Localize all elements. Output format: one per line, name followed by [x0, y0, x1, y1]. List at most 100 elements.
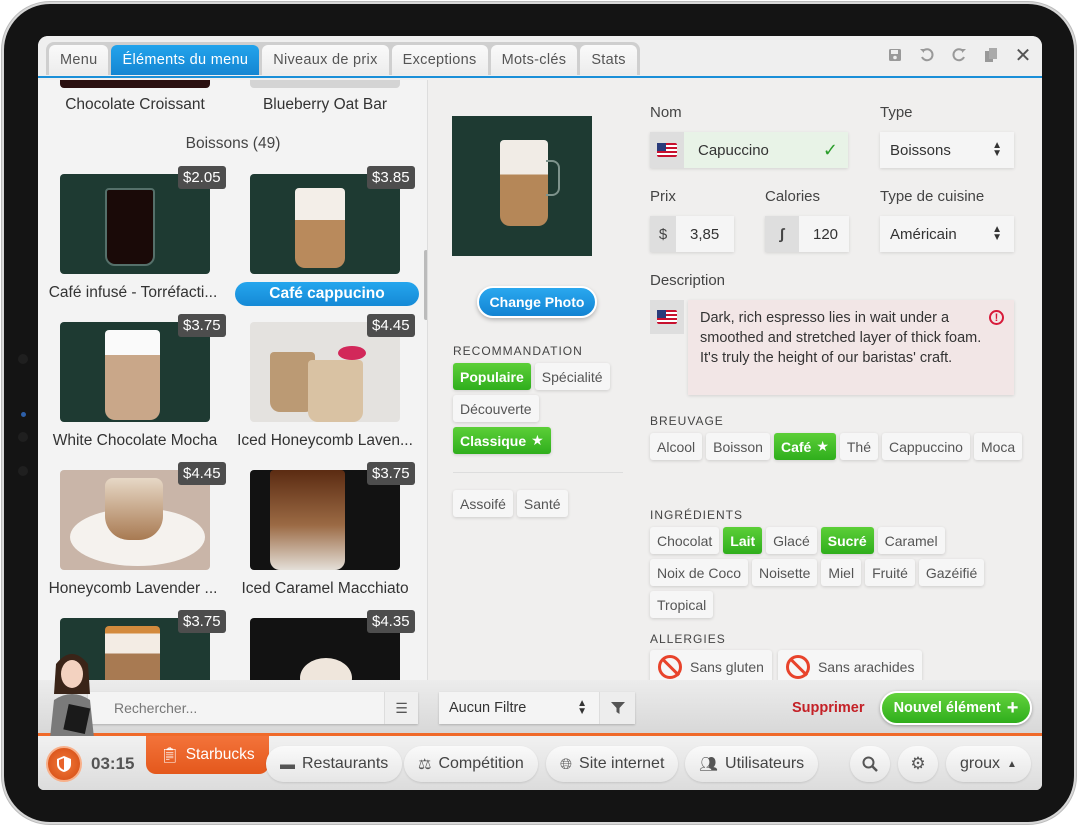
- filter-icon[interactable]: [599, 692, 635, 724]
- chip-fruite[interactable]: Fruité: [865, 559, 915, 586]
- chip-sans-arachides[interactable]: Sans arachides: [777, 650, 923, 684]
- chip-the[interactable]: Thé: [839, 433, 878, 460]
- search-field[interactable]: Rechercher... ☰: [88, 692, 418, 724]
- chip-noix-de-coco[interactable]: Noix de Coco: [650, 559, 749, 586]
- cuisine-select[interactable]: Américain ▲ ▼: [880, 216, 1014, 252]
- search-icon[interactable]: [850, 746, 890, 782]
- chip-classique[interactable]: Classique ★: [453, 427, 551, 454]
- filter-select[interactable]: Aucun Filtre ▲ ▼: [439, 692, 635, 724]
- nav-restaurants[interactable]: ▬ Restaurants: [266, 746, 403, 782]
- us-flag-icon: [657, 310, 677, 324]
- language-selector[interactable]: [650, 132, 684, 168]
- item-thumbnail[interactable]: [60, 470, 210, 570]
- list-item[interactable]: Blueberry Oat Bar: [233, 96, 417, 114]
- chip-caramel[interactable]: Caramel: [877, 527, 945, 554]
- tab-exceptions[interactable]: Exceptions: [391, 45, 488, 75]
- price-badge: $4.45: [178, 462, 226, 485]
- price-badge: $3.85: [367, 166, 415, 189]
- ingredients-label: INGRÉDIENTS: [650, 508, 744, 522]
- allergies-chips: Sans gluten Sans arachides: [650, 650, 923, 684]
- list-item[interactable]: Honeycomb Lavender ...: [41, 580, 225, 598]
- chip-assoife[interactable]: Assoifé: [453, 490, 513, 517]
- chip-cappuccino[interactable]: Cappuccino: [882, 433, 970, 460]
- chip-sante[interactable]: Santé: [516, 490, 568, 517]
- type-select[interactable]: Boissons ▲ ▼: [880, 132, 1014, 168]
- list-item[interactable]: Café infusé - Torréfacti...: [41, 284, 225, 302]
- item-thumbnail: [60, 80, 210, 88]
- gear-icon[interactable]: ⚙: [898, 746, 938, 782]
- nav-website[interactable]: 🌐︎ Site internet: [546, 746, 679, 782]
- list-item[interactable]: Chocolate Croissant: [43, 96, 227, 114]
- chip-noisette[interactable]: Noisette: [752, 559, 818, 586]
- chip-sucre[interactable]: Sucré: [820, 527, 874, 554]
- tab-menu-items[interactable]: Éléments du menu: [111, 45, 260, 75]
- chip-glace[interactable]: Glacé: [766, 527, 817, 554]
- item-thumbnail[interactable]: [250, 322, 400, 422]
- search-input[interactable]: Rechercher...: [114, 700, 197, 716]
- item-thumbnail[interactable]: [250, 174, 400, 274]
- item-name: Chocolate Croissant: [65, 96, 205, 113]
- nav-users[interactable]: 👥︎ Utilisateurs: [685, 746, 819, 782]
- nom-input[interactable]: Capuccino: [698, 142, 769, 159]
- chip-decouverte[interactable]: Découverte: [453, 395, 539, 422]
- shield-icon[interactable]: [46, 746, 82, 782]
- calories-input[interactable]: 120: [813, 226, 838, 243]
- nom-field[interactable]: Capuccino ✓: [650, 132, 848, 168]
- prix-field[interactable]: $ 3,85: [650, 216, 734, 252]
- close-icon[interactable]: ✕: [1014, 45, 1032, 67]
- item-thumbnail[interactable]: [60, 174, 210, 274]
- chip-populaire[interactable]: Populaire: [453, 363, 531, 390]
- item-name: Café infusé - Torréfacti...: [48, 284, 218, 301]
- chip-sans-gluten[interactable]: Sans gluten: [650, 650, 772, 684]
- list-item[interactable]: Iced Honeycomb Laven...: [233, 432, 417, 450]
- list-item[interactable]: White Chocolate Mocha: [43, 432, 227, 450]
- assistant-avatar[interactable]: [42, 648, 102, 738]
- list-scrollbar[interactable]: [424, 250, 427, 320]
- item-name: Iced Honeycomb Laven...: [237, 432, 413, 449]
- filter-value: Aucun Filtre: [449, 700, 527, 716]
- clock: 03:15: [91, 754, 135, 773]
- type-label: Type: [880, 104, 913, 121]
- camera-dot: [18, 432, 28, 442]
- dollar-icon: $: [650, 216, 676, 252]
- tab-stats[interactable]: Stats: [580, 45, 637, 75]
- tab-keywords[interactable]: Mots-clés: [490, 45, 578, 75]
- change-photo-button[interactable]: Change Photo: [477, 286, 597, 318]
- camera-dot: [18, 354, 28, 364]
- chip-cafe[interactable]: Café ★: [773, 433, 836, 460]
- chip-gazeifie[interactable]: Gazéifié: [918, 559, 985, 586]
- prix-input[interactable]: 3,85: [690, 226, 719, 243]
- description-language-selector[interactable]: [650, 300, 684, 334]
- list-item-selected[interactable]: Café cappucino: [235, 282, 419, 306]
- undo-icon[interactable]: [918, 46, 936, 64]
- select-arrows-icon: ▲ ▼: [992, 224, 1002, 243]
- delete-button[interactable]: Supprimer: [792, 700, 865, 716]
- tab-menu[interactable]: Menu: [49, 45, 109, 75]
- list-view-icon[interactable]: ☰: [384, 692, 418, 724]
- item-thumbnail[interactable]: [60, 322, 210, 422]
- item-thumbnail[interactable]: [250, 470, 400, 570]
- restaurant-tab-active[interactable]: 📋︎ Starbucks: [146, 736, 269, 774]
- description-textarea[interactable]: Dark, rich espresso lies in wait under a…: [688, 300, 1014, 395]
- caret-up-icon: ▲: [1007, 758, 1017, 770]
- chip-tropical[interactable]: Tropical: [650, 591, 714, 618]
- user-menu[interactable]: groux ▲: [946, 746, 1031, 782]
- tab-price-levels[interactable]: Niveaux de prix: [262, 45, 389, 75]
- calories-field[interactable]: ∫ 120: [765, 216, 849, 252]
- allergies-label: ALLERGIES: [650, 632, 726, 646]
- app-screen: Menu Éléments du menu Niveaux de prix Ex…: [38, 36, 1042, 790]
- chip-label: Classique: [460, 432, 527, 449]
- nav-competition[interactable]: ⚖ Compétition: [404, 746, 538, 782]
- chip-boisson[interactable]: Boisson: [706, 433, 770, 460]
- chip-miel[interactable]: Miel: [821, 559, 862, 586]
- chip-chocolat[interactable]: Chocolat: [650, 527, 720, 554]
- save-icon[interactable]: [886, 46, 904, 64]
- redo-icon[interactable]: [950, 46, 968, 64]
- chip-moca[interactable]: Moca: [973, 433, 1023, 460]
- list-item[interactable]: Iced Caramel Macchiato: [233, 580, 417, 598]
- chip-lait[interactable]: Lait: [723, 527, 763, 554]
- chip-alcool[interactable]: Alcool: [650, 433, 703, 460]
- new-item-button[interactable]: Nouvel élément +: [880, 691, 1032, 725]
- chip-specialite[interactable]: Spécialité: [534, 363, 610, 390]
- copy-icon[interactable]: [982, 46, 1000, 64]
